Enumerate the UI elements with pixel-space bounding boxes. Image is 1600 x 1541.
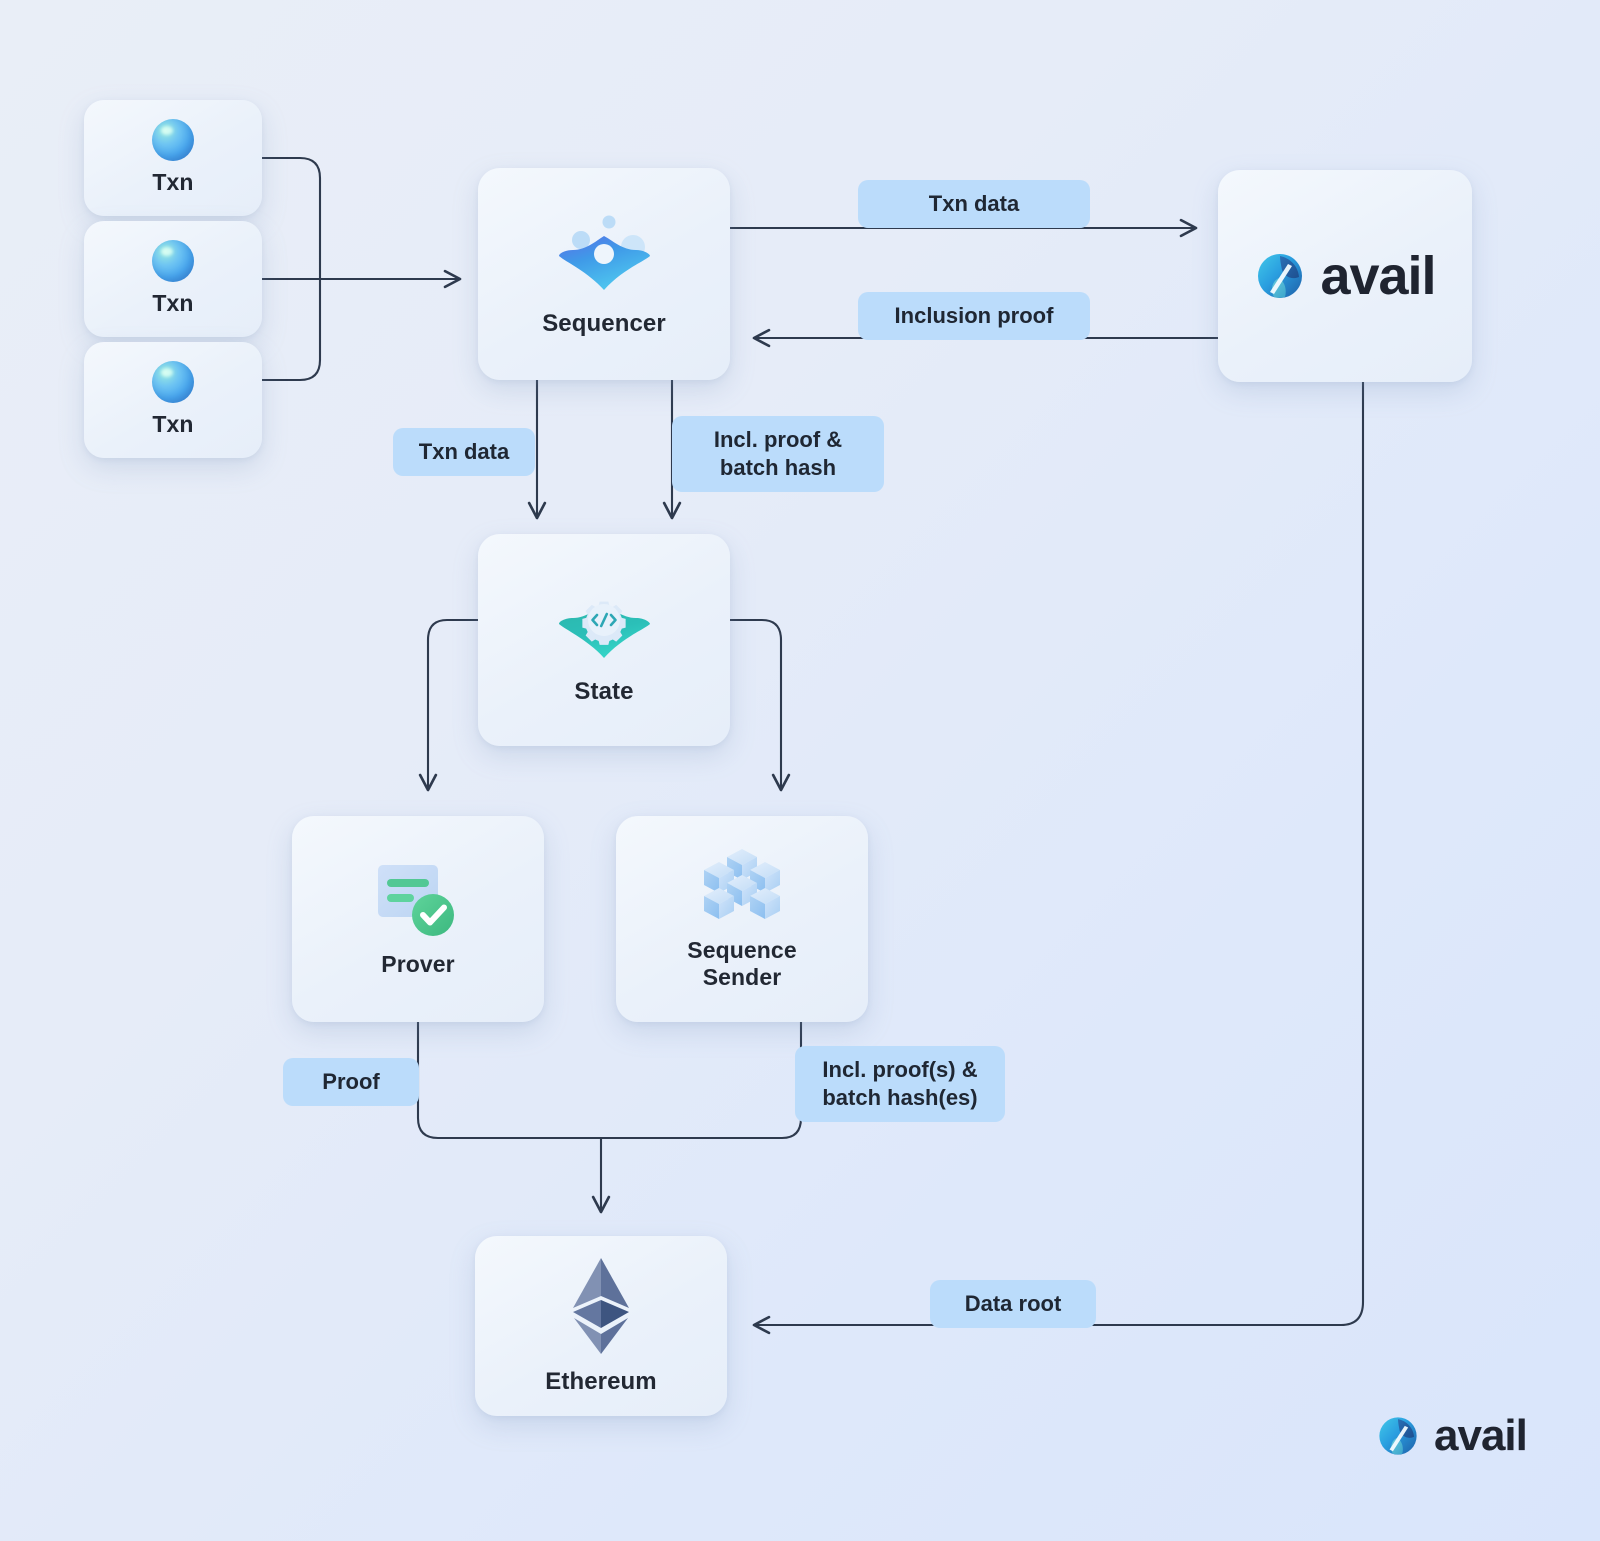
diagram-canvas: Txn Txn Txn Sequencer avail State Prover… xyxy=(0,0,1600,1541)
node-label: Txn xyxy=(152,169,194,196)
edge-label-proof: Proof xyxy=(283,1058,419,1107)
avail-watermark: avail xyxy=(1376,1411,1528,1460)
node-label: Prover xyxy=(381,951,455,978)
sequencer-rhombus-icon xyxy=(559,215,650,290)
node-txn-1[interactable]: Txn xyxy=(84,100,262,216)
edge-label-data-root: Data root xyxy=(930,1280,1096,1329)
node-state[interactable]: State xyxy=(478,534,730,746)
sphere-icon xyxy=(152,240,194,283)
avail-lockup: avail xyxy=(1254,246,1437,306)
node-label: State xyxy=(574,677,634,705)
edge-label-txn-data-to-avail: Txn data xyxy=(858,180,1090,229)
avail-wordmark: avail xyxy=(1320,246,1436,306)
gear-code-rhombus-icon xyxy=(559,601,650,658)
node-ethereum[interactable]: Ethereum xyxy=(475,1236,727,1416)
sphere-icon xyxy=(152,119,194,162)
sphere-icon xyxy=(152,361,194,404)
node-label: Sequence Sender xyxy=(687,937,796,991)
avail-logo-icon xyxy=(1258,254,1303,298)
avail-logo-icon xyxy=(1379,1417,1417,1455)
edge-label-inclusion-proof: Inclusion proof xyxy=(858,292,1090,341)
node-label: Ethereum xyxy=(545,1367,657,1395)
node-label-line-2: Sender xyxy=(702,964,782,990)
node-txn-2[interactable]: Txn xyxy=(84,221,262,337)
document-check-icon xyxy=(378,865,454,937)
cube-blocks-icon xyxy=(704,848,780,919)
node-label: Sequencer xyxy=(542,309,666,337)
avail-wordmark: avail xyxy=(1434,1411,1528,1460)
node-label-line-1: Sequence xyxy=(687,936,797,963)
node-txn-3[interactable]: Txn xyxy=(84,342,262,458)
node-sequence-sender[interactable]: Sequence Sender xyxy=(616,816,868,1022)
node-label: Txn xyxy=(152,411,194,438)
node-prover[interactable]: Prover xyxy=(292,816,544,1022)
edge-label-incl-proof-batch-hash: Incl. proof & batch hash xyxy=(672,416,884,493)
ethereum-diamond-icon xyxy=(573,1257,629,1354)
edge-label-txn-data-to-state: Txn data xyxy=(393,428,535,477)
node-label: Txn xyxy=(152,290,194,317)
edge-label-incl-proofs-batch-hashes: Incl. proof(s) & batch hash(es) xyxy=(795,1046,1005,1123)
node-avail[interactable]: avail xyxy=(1218,170,1472,382)
node-sequencer[interactable]: Sequencer xyxy=(478,168,730,380)
